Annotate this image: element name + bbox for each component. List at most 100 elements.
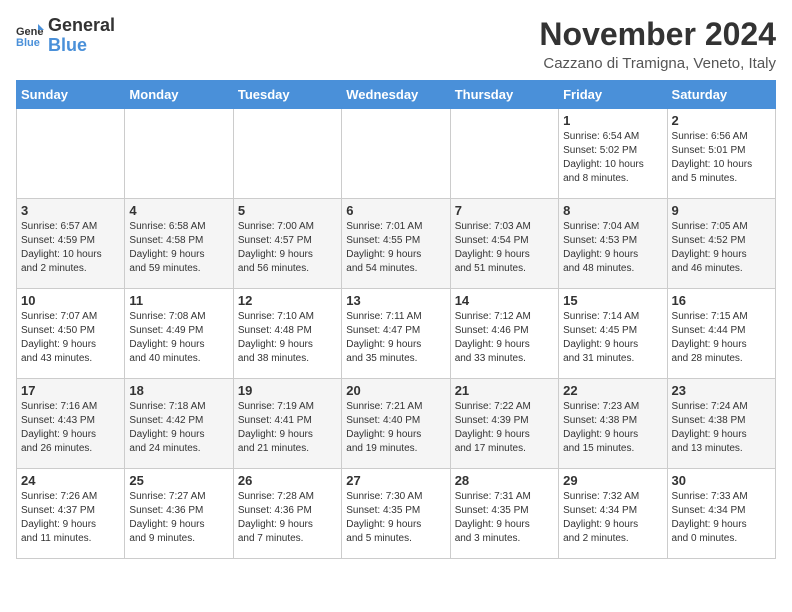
title-area: November 2024 Cazzano di Tramigna, Venet… (539, 16, 776, 72)
calendar-week-0: 1 Sunrise: 6:54 AM Sunset: 5:02 PM Daylig… (17, 109, 776, 199)
day-info: Sunrise: 7:32 AM Sunset: 4:34 PM Dayligh… (563, 490, 662, 546)
day-info: Sunrise: 7:30 AM Sunset: 4:35 PM Dayligh… (346, 490, 445, 546)
calendar-cell: 12 Sunrise: 7:10 AM Sunset: 4:48 PM Dayli… (233, 289, 341, 379)
day-number: 15 (563, 293, 662, 308)
calendar-cell: 28 Sunrise: 7:31 AM Sunset: 4:35 PM Dayli… (450, 469, 558, 559)
day-number: 7 (455, 203, 554, 218)
day-number: 10 (21, 293, 120, 308)
weekday-row: SundayMondayTuesdayWednesdayThursdayFrid… (17, 81, 776, 109)
calendar-table: SundayMondayTuesdayWednesdayThursdayFrid… (16, 80, 776, 559)
day-number: 30 (672, 473, 771, 488)
calendar-cell: 17Sunrise: 7:16 AM Sunset: 4:43 PM Dayli… (17, 379, 125, 469)
day-number: 19 (238, 383, 337, 398)
day-info: Sunrise: 7:31 AM Sunset: 4:35 PM Dayligh… (455, 490, 554, 546)
calendar-cell (342, 109, 450, 199)
calendar-cell: 5 Sunrise: 7:00 AM Sunset: 4:57 PM Daylig… (233, 199, 341, 289)
calendar-cell: 19Sunrise: 7:19 AM Sunset: 4:41 PM Dayli… (233, 379, 341, 469)
day-info: Sunrise: 7:22 AM Sunset: 4:39 PM Dayligh… (455, 400, 554, 456)
calendar-cell: 6 Sunrise: 7:01 AM Sunset: 4:55 PM Daylig… (342, 199, 450, 289)
day-number: 27 (346, 473, 445, 488)
day-info: Sunrise: 7:15 AM Sunset: 4:44 PM Dayligh… (672, 310, 771, 366)
day-info: Sunrise: 6:58 AM Sunset: 4:58 PM Dayligh… (129, 220, 228, 276)
calendar-cell: 4 Sunrise: 6:58 AM Sunset: 4:58 PM Daylig… (125, 199, 233, 289)
day-number: 26 (238, 473, 337, 488)
day-number: 6 (346, 203, 445, 218)
day-info: Sunrise: 7:12 AM Sunset: 4:46 PM Dayligh… (455, 310, 554, 366)
calendar-cell: 18 Sunrise: 7:18 AM Sunset: 4:42 PM Dayli… (125, 379, 233, 469)
day-info: Sunrise: 6:57 AM Sunset: 4:59 PM Dayligh… (21, 220, 120, 276)
calendar-cell (450, 109, 558, 199)
day-number: 25 (129, 473, 228, 488)
calendar-cell: 21 Sunrise: 7:22 AM Sunset: 4:39 PM Dayli… (450, 379, 558, 469)
day-info: Sunrise: 6:54 AM Sunset: 5:02 PM Dayligh… (563, 130, 662, 186)
calendar-cell: 8 Sunrise: 7:04 AM Sunset: 4:53 PM Daylig… (559, 199, 667, 289)
calendar-week-4: 24 Sunrise: 7:26 AM Sunset: 4:37 PM Dayli… (17, 469, 776, 559)
day-info: Sunrise: 7:21 AM Sunset: 4:40 PM Dayligh… (346, 400, 445, 456)
calendar-cell: 1 Sunrise: 6:54 AM Sunset: 5:02 PM Daylig… (559, 109, 667, 199)
calendar-cell: 13 Sunrise: 7:11 AM Sunset: 4:47 PM Dayli… (342, 289, 450, 379)
calendar-cell (125, 109, 233, 199)
day-number: 29 (563, 473, 662, 488)
logo-icon: General Blue (16, 22, 44, 50)
calendar-cell: 3 Sunrise: 6:57 AM Sunset: 4:59 PM Daylig… (17, 199, 125, 289)
logo: General Blue General Blue (16, 16, 115, 56)
day-info: Sunrise: 7:07 AM Sunset: 4:50 PM Dayligh… (21, 310, 120, 366)
calendar-cell: 20 Sunrise: 7:21 AM Sunset: 4:40 PM Dayli… (342, 379, 450, 469)
day-number: 13 (346, 293, 445, 308)
day-number: 11 (129, 293, 228, 308)
day-info: Sunrise: 7:28 AM Sunset: 4:36 PM Dayligh… (238, 490, 337, 546)
calendar-cell: 10 Sunrise: 7:07 AM Sunset: 4:50 PM Dayli… (17, 289, 125, 379)
day-number: 4 (129, 203, 228, 218)
month-title: November 2024 (539, 16, 776, 53)
day-info: Sunrise: 7:18 AM Sunset: 4:42 PM Dayligh… (129, 400, 228, 456)
day-info: Sunrise: 7:01 AM Sunset: 4:55 PM Dayligh… (346, 220, 445, 276)
calendar-cell: 27 Sunrise: 7:30 AM Sunset: 4:35 PM Dayli… (342, 469, 450, 559)
location: Cazzano di Tramigna, Veneto, Italy (539, 55, 776, 72)
day-number: 1 (563, 113, 662, 128)
calendar-cell (233, 109, 341, 199)
day-number: 24 (21, 473, 120, 488)
calendar-cell: 14 Sunrise: 7:12 AM Sunset: 4:46 PM Dayli… (450, 289, 558, 379)
calendar-cell: 26 Sunrise: 7:28 AM Sunset: 4:36 PM Dayli… (233, 469, 341, 559)
day-info: Sunrise: 7:24 AM Sunset: 4:38 PM Dayligh… (672, 400, 771, 456)
day-number: 5 (238, 203, 337, 218)
calendar-header: SundayMondayTuesdayWednesdayThursdayFrid… (17, 81, 776, 109)
weekday-header-saturday: Saturday (667, 81, 775, 109)
day-info: Sunrise: 7:10 AM Sunset: 4:48 PM Dayligh… (238, 310, 337, 366)
logo-text: General Blue (48, 16, 115, 56)
day-number: 28 (455, 473, 554, 488)
day-number: 20 (346, 383, 445, 398)
day-info: Sunrise: 7:00 AM Sunset: 4:57 PM Dayligh… (238, 220, 337, 276)
weekday-header-sunday: Sunday (17, 81, 125, 109)
day-info: Sunrise: 7:08 AM Sunset: 4:49 PM Dayligh… (129, 310, 228, 366)
calendar-week-1: 3 Sunrise: 6:57 AM Sunset: 4:59 PM Daylig… (17, 199, 776, 289)
day-info: Sunrise: 7:23 AM Sunset: 4:38 PM Dayligh… (563, 400, 662, 456)
calendar-week-3: 17Sunrise: 7:16 AM Sunset: 4:43 PM Dayli… (17, 379, 776, 469)
calendar-week-2: 10 Sunrise: 7:07 AM Sunset: 4:50 PM Dayli… (17, 289, 776, 379)
calendar-cell: 22Sunrise: 7:23 AM Sunset: 4:38 PM Dayli… (559, 379, 667, 469)
day-number: 9 (672, 203, 771, 218)
day-info: Sunrise: 7:04 AM Sunset: 4:53 PM Dayligh… (563, 220, 662, 276)
calendar-cell: 24 Sunrise: 7:26 AM Sunset: 4:37 PM Dayli… (17, 469, 125, 559)
svg-text:Blue: Blue (16, 37, 40, 49)
weekday-header-tuesday: Tuesday (233, 81, 341, 109)
day-number: 21 (455, 383, 554, 398)
day-number: 8 (563, 203, 662, 218)
weekday-header-friday: Friday (559, 81, 667, 109)
day-number: 18 (129, 383, 228, 398)
calendar-cell: 30Sunrise: 7:33 AM Sunset: 4:34 PM Dayli… (667, 469, 775, 559)
day-number: 14 (455, 293, 554, 308)
day-info: Sunrise: 6:56 AM Sunset: 5:01 PM Dayligh… (672, 130, 771, 186)
weekday-header-wednesday: Wednesday (342, 81, 450, 109)
day-info: Sunrise: 7:26 AM Sunset: 4:37 PM Dayligh… (21, 490, 120, 546)
day-number: 23 (672, 383, 771, 398)
calendar-cell: 25Sunrise: 7:27 AM Sunset: 4:36 PM Dayli… (125, 469, 233, 559)
day-info: Sunrise: 7:03 AM Sunset: 4:54 PM Dayligh… (455, 220, 554, 276)
calendar-body: 1 Sunrise: 6:54 AM Sunset: 5:02 PM Daylig… (17, 109, 776, 559)
day-number: 3 (21, 203, 120, 218)
day-number: 12 (238, 293, 337, 308)
weekday-header-monday: Monday (125, 81, 233, 109)
day-info: Sunrise: 7:11 AM Sunset: 4:47 PM Dayligh… (346, 310, 445, 366)
calendar-cell (17, 109, 125, 199)
calendar-cell: 29 Sunrise: 7:32 AM Sunset: 4:34 PM Dayli… (559, 469, 667, 559)
